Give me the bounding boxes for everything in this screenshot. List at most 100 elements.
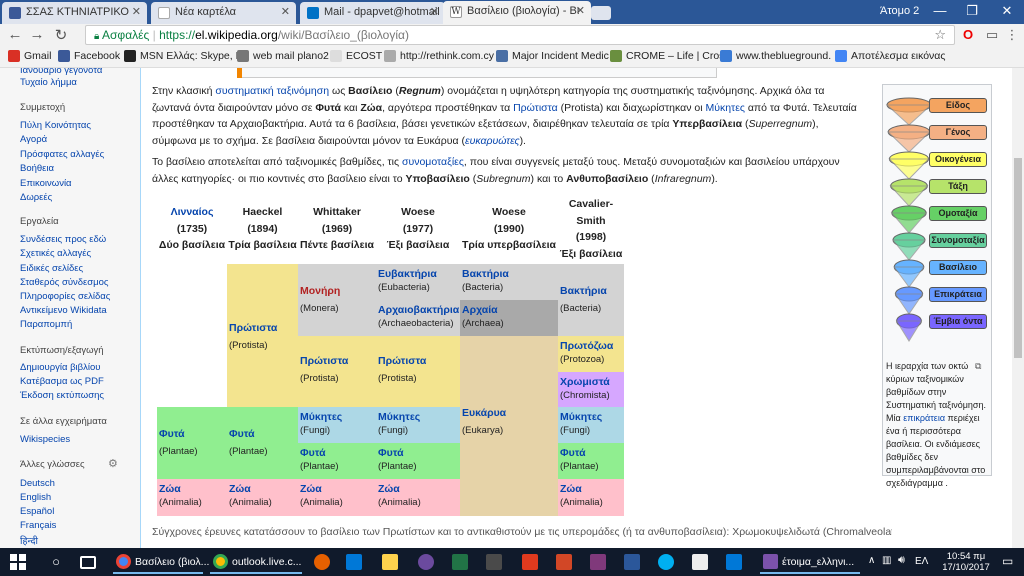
reload-button[interactable]: ↻ xyxy=(52,26,70,44)
link-linnaeus[interactable]: Λινναίος xyxy=(157,204,227,221)
bookmark-star-icon[interactable]: ☆ xyxy=(934,26,946,44)
rank-genus[interactable]: Γένος xyxy=(929,125,987,140)
sidebar-item[interactable]: Πρόσφατες αλλαγές xyxy=(20,149,104,160)
scrollbar-thumb[interactable] xyxy=(1014,158,1022,358)
clock[interactable]: 10:54 πμ 17/10/2017 xyxy=(936,551,996,573)
sidebar-item[interactable]: Παραπομπή xyxy=(20,319,72,330)
tab-facebook[interactable]: ΣΣΑΣ ΚΤΗΝΙΑΤΡΙΚΟ ✕ xyxy=(2,2,147,24)
link-systematic-taxonomy[interactable]: συστηματική ταξινόμηση xyxy=(215,85,329,97)
tray-chevron-icon[interactable]: ∧ xyxy=(868,555,875,566)
bookmark-google-image[interactable]: Αποτέλεσμα εικόνας xyxy=(835,50,945,62)
sidebar-item[interactable]: Αγορά xyxy=(20,134,47,145)
close-icon[interactable]: ✕ xyxy=(430,5,439,18)
sidebar-item[interactable]: Deutsch xyxy=(20,478,55,489)
rank-domain[interactable]: Επικράτεια xyxy=(929,287,987,302)
sidebar-item[interactable]: Σχετικές αλλαγές xyxy=(20,248,91,259)
new-tab-button[interactable] xyxy=(591,6,611,20)
sidebar-item-random[interactable]: Τυχαίο λήμμα xyxy=(20,77,77,88)
sidebar-item-events[interactable]: Ιανουάριο γεγονότα xyxy=(20,68,102,76)
sidebar-item[interactable]: Ειδικές σελίδες xyxy=(20,263,83,274)
sidebar-item[interactable]: Σταθερός σύνδεσμος xyxy=(20,277,108,288)
mail-icon[interactable] xyxy=(726,554,742,570)
profile-name[interactable]: Άτομο 2 xyxy=(880,5,919,17)
sidebar-item[interactable]: Δημιουργία βιβλίου xyxy=(20,362,100,373)
rank-species[interactable]: Είδος xyxy=(929,98,987,113)
app-icon[interactable] xyxy=(486,554,502,570)
taskbar-app-document[interactable]: έτοιμα_ελληνι... xyxy=(760,550,860,574)
link-phyla[interactable]: συνομοταξίες xyxy=(402,156,464,168)
rank-life[interactable]: Έμβια όντα xyxy=(929,314,987,329)
excel-icon[interactable] xyxy=(452,554,468,570)
sidebar-item[interactable]: Πύλη Κοινότητας xyxy=(20,120,91,131)
bookmark-crome[interactable]: CROME – Life | Cross xyxy=(610,50,730,62)
taskbar-app-chrome[interactable]: Βασίλειο (βιολ... xyxy=(113,550,209,574)
opera-icon[interactable]: O xyxy=(960,27,976,43)
sidebar-item[interactable]: Συνδέσεις προς εδώ xyxy=(20,234,106,245)
link-eukaryotes[interactable]: ευκαρυώτες xyxy=(465,135,520,147)
sidebar-item[interactable]: Wikispecies xyxy=(20,434,70,445)
close-icon[interactable]: ✕ xyxy=(281,5,290,18)
scrollbar[interactable] xyxy=(1012,68,1024,548)
bookmark-blueground[interactable]: www.theblueground. xyxy=(720,50,831,62)
skype-icon[interactable] xyxy=(658,554,674,570)
sidebar-item[interactable]: Επικοινωνία xyxy=(20,178,72,189)
rank-order[interactable]: Τάξη xyxy=(929,179,987,194)
tab-new[interactable]: Νέα καρτέλα ✕ xyxy=(151,2,296,24)
search-icon[interactable]: ○ xyxy=(48,554,64,570)
file-explorer-icon[interactable] xyxy=(382,554,398,570)
menu-icon[interactable]: ⋮ xyxy=(1004,27,1020,43)
edge-icon[interactable] xyxy=(346,554,362,570)
network-icon[interactable]: ▥ xyxy=(882,555,891,566)
close-icon[interactable]: ✕ xyxy=(576,4,585,17)
tab-mail[interactable]: Mail - dpapvet@hotmail ✕ xyxy=(300,2,445,24)
bookmark-major-incident[interactable]: Major Incident Medic xyxy=(496,50,609,62)
bookmark-facebook[interactable]: Facebook xyxy=(58,50,120,62)
bookmark-rethink[interactable]: http://rethink.com.cy xyxy=(384,50,494,62)
calculator-icon[interactable] xyxy=(692,554,708,570)
sidebar-item[interactable]: Αντικείμενο Wikidata xyxy=(20,305,107,316)
bookmark-msn[interactable]: MSN Ελλάς: Skype, H xyxy=(124,50,243,62)
minimize-button[interactable]: — xyxy=(930,3,950,19)
rank-phylum[interactable]: Συνομοταξία xyxy=(929,233,987,248)
sidebar-item[interactable]: English xyxy=(20,492,51,503)
sidebar-item[interactable]: Πληροφορίες σελίδας xyxy=(20,291,110,302)
close-window-button[interactable]: ✕ xyxy=(997,3,1017,19)
firefox-icon[interactable] xyxy=(314,554,330,570)
forward-button[interactable]: → xyxy=(28,26,46,43)
sidebar-item[interactable]: Βοήθεια xyxy=(20,163,54,174)
sidebar-item[interactable]: Έκδοση εκτύπωσης xyxy=(20,390,104,401)
sidebar-item[interactable]: Δωρεές xyxy=(20,192,52,203)
bookmark-webmail[interactable]: web mail plano2 xyxy=(237,50,329,62)
extension-icon[interactable]: ▭ xyxy=(984,27,1000,43)
taxonomic-ranks-diagram[interactable]: Είδος Γένος Οικογένεια Τάξη Ομοταξία Συν… xyxy=(885,89,989,353)
tab-wikipedia[interactable]: W Βασίλειο (βιολογία) - Βι ✕ xyxy=(443,1,591,24)
close-icon[interactable]: ✕ xyxy=(132,5,141,18)
maximize-button[interactable]: ❐ xyxy=(962,3,982,19)
volume-icon[interactable]: 🔊︎ xyxy=(898,554,905,567)
sidebar-item[interactable]: Español xyxy=(20,506,54,517)
powerpoint-icon[interactable] xyxy=(556,554,572,570)
language-indicator[interactable]: ΕΛ xyxy=(915,556,928,567)
back-button[interactable]: ← xyxy=(6,26,24,43)
link-fungi[interactable]: Μύκητες xyxy=(705,102,744,114)
sidebar-item[interactable]: Français xyxy=(20,520,56,531)
bookmark-ecost[interactable]: ECOST xyxy=(330,50,382,62)
link-protista[interactable]: Πρώτιστα xyxy=(513,102,558,114)
gear-icon[interactable]: ⚙ xyxy=(108,457,118,470)
bookmark-gmail[interactable]: Gmail xyxy=(8,50,51,62)
onenote-icon[interactable] xyxy=(590,554,606,570)
acrobat-icon[interactable] xyxy=(522,554,538,570)
viber-icon[interactable] xyxy=(418,554,434,570)
notifications-icon[interactable]: ▭ xyxy=(1002,554,1013,568)
windows-start-icon[interactable] xyxy=(10,554,26,570)
rank-kingdom[interactable]: Βασίλειο xyxy=(929,260,987,275)
taskbar-app-outlook[interactable]: outlook.live.c... xyxy=(210,550,302,574)
sidebar-item[interactable]: हिन्दी xyxy=(20,534,38,547)
rank-class[interactable]: Ομοταξία xyxy=(929,206,987,221)
link-domain[interactable]: επικράτεια xyxy=(903,413,945,423)
rank-family[interactable]: Οικογένεια xyxy=(929,152,987,167)
task-view-icon[interactable] xyxy=(80,556,96,569)
word-icon[interactable] xyxy=(624,554,640,570)
address-bar[interactable]: 🔒︎ Ασφαλές | https://el.wikipedia.org/wi… xyxy=(85,25,955,45)
sidebar-item[interactable]: Κατέβασμα ως PDF xyxy=(20,376,104,387)
